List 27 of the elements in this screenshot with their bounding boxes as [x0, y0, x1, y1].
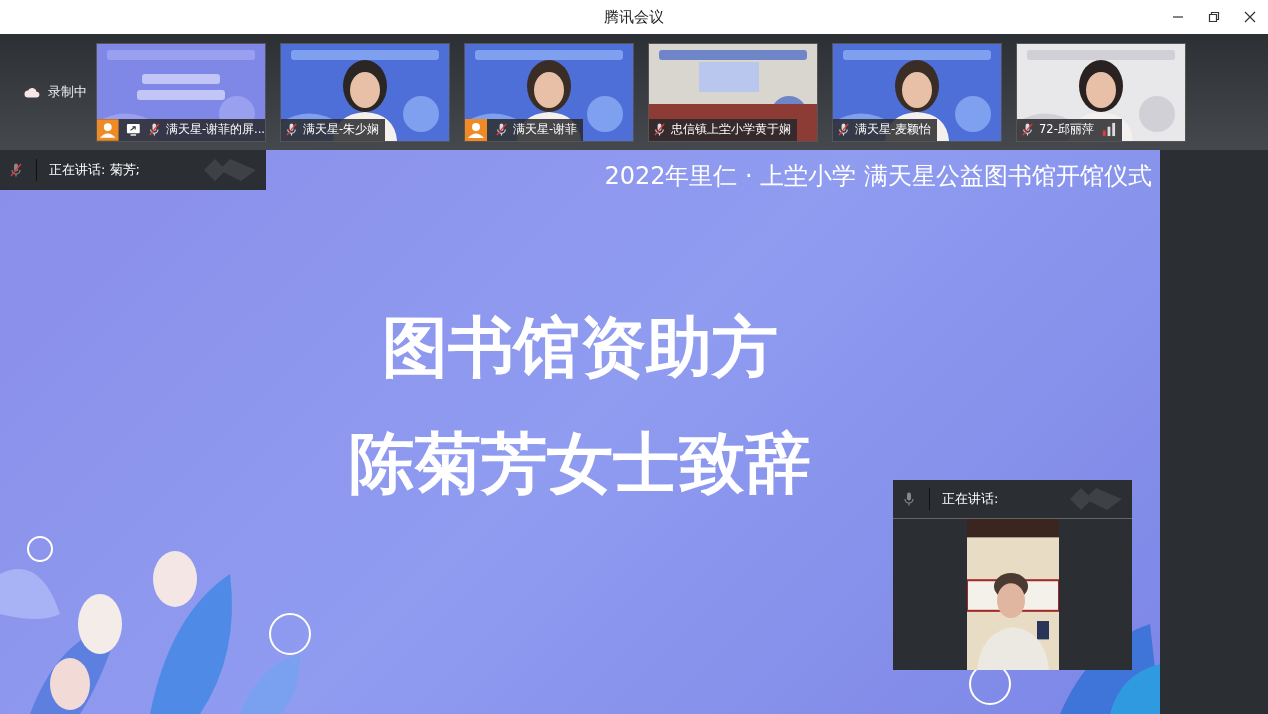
speaking-label: 正在讲话:	[942, 490, 1000, 508]
participant-video[interactable]: 72-邱丽萍	[1016, 42, 1186, 142]
participant-name: 72-邱丽萍	[1039, 122, 1094, 137]
restore-icon[interactable]	[1208, 11, 1220, 23]
close-icon[interactable]	[1244, 11, 1256, 23]
person-icon	[465, 118, 487, 141]
participant-video[interactable]: 满天星-朱少娴	[280, 42, 450, 142]
participant-name: 满天星-朱少娴	[303, 122, 380, 137]
signal-icon	[1100, 122, 1116, 137]
participant-name: 忠信镇上坣小学黄于娴	[671, 122, 791, 137]
slide-title: 2022年里仁 · 上坣小学 满天星公益图书馆开馆仪式	[604, 161, 1152, 192]
speaking-label: 正在讲话: 菊芳;	[49, 161, 141, 179]
participant-name: 满天星-麦颖怡	[855, 122, 932, 137]
slide-heading: 陈菊芳女士致辞	[349, 426, 811, 502]
participant-video[interactable]: 满天星-麦颖怡	[832, 42, 1002, 142]
participant-name: 满天星-谢菲	[513, 122, 578, 137]
participant-name: 满天星-谢菲的屏...	[165, 122, 265, 137]
screen-share-icon	[125, 122, 141, 137]
participant-video[interactable]: 忠信镇上坣小学黄于娴	[648, 42, 818, 142]
window-title: 腾讯会议	[604, 7, 664, 27]
person-icon	[97, 118, 119, 141]
recording-status: 录制中	[48, 83, 87, 101]
cloud-icon	[24, 86, 40, 98]
floating-video-panel[interactable]: 正在讲话:	[893, 480, 1132, 670]
participant-video[interactable]: 满天星-谢菲	[464, 42, 634, 142]
slide-heading: 图书馆资助方	[382, 310, 778, 386]
participant-video[interactable]: 满天星-谢菲的屏...	[96, 42, 266, 142]
